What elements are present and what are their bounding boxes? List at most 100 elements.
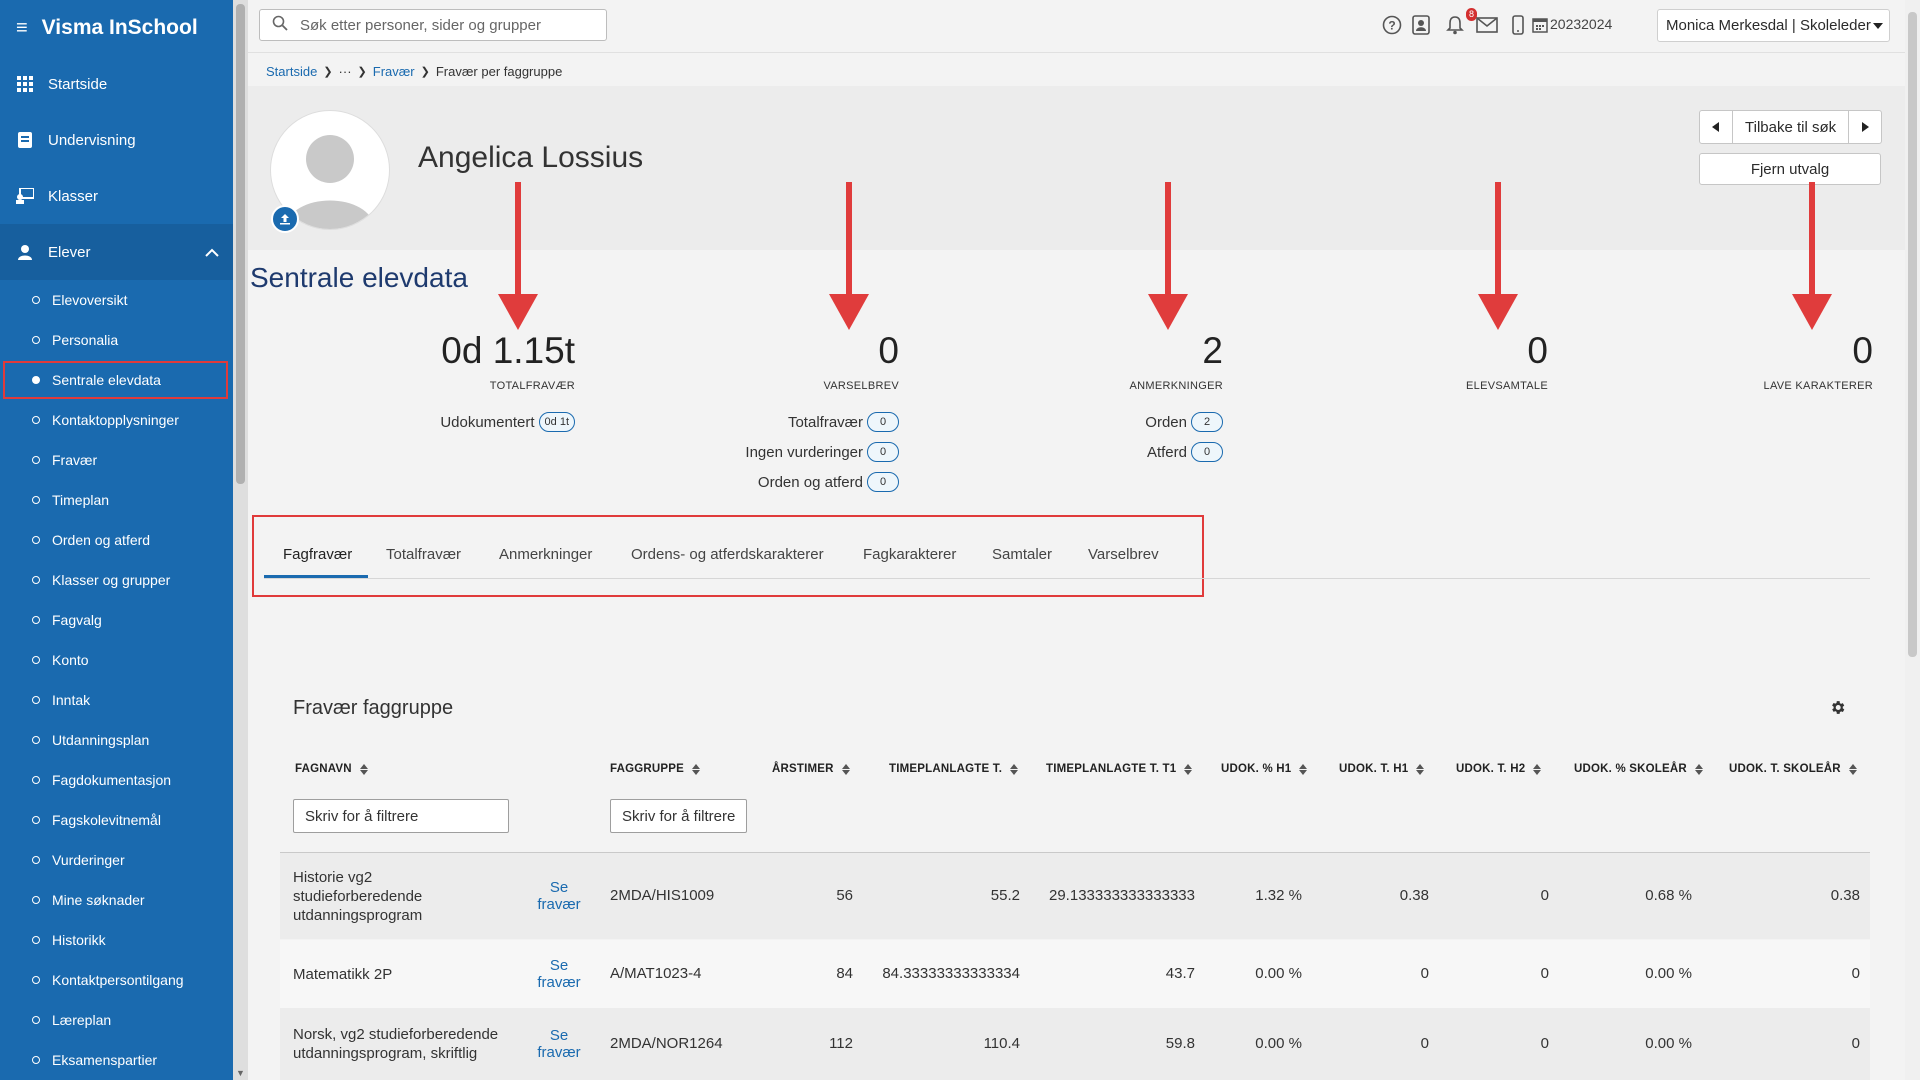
tab-fagfravaer[interactable]: Fagfravær	[283, 546, 352, 563]
faggruppe-filter-input[interactable]	[610, 799, 747, 833]
school-year[interactable]: 20232024	[1550, 16, 1612, 32]
breadcrumb-fravaer[interactable]: Fravær	[373, 64, 415, 79]
tab-anmerkninger[interactable]: Anmerkninger	[499, 546, 592, 563]
sidebar-subitem-utdanningsplan[interactable]: Utdanningsplan	[0, 720, 233, 760]
bell-icon[interactable]	[1444, 14, 1466, 36]
user-role-dropdown[interactable]: Monica Merkesdal | Skoleleder	[1657, 9, 1890, 42]
mail-icon[interactable]	[1476, 14, 1498, 36]
calendar-icon[interactable]	[1529, 14, 1551, 36]
cell-udok-t-sy: 0	[1851, 1035, 1860, 1052]
sort-icon[interactable]	[1299, 763, 1308, 775]
sort-icon[interactable]	[1184, 763, 1193, 775]
sidebar-item-elever[interactable]: Elever	[0, 224, 233, 280]
sidebar-subitem-fagskolevitnemål[interactable]: Fagskolevitnemål	[0, 800, 233, 840]
sidebar-subitem-fagdokumentasjon[interactable]: Fagdokumentasjon	[0, 760, 233, 800]
sidebar-item-klasser[interactable]: Klasser	[0, 168, 233, 224]
stat-row: Atferd 0	[1147, 442, 1223, 462]
previous-button[interactable]	[1700, 111, 1732, 143]
sidebar-subitem-personalia[interactable]: Personalia	[0, 320, 233, 360]
back-to-search-button[interactable]: Tilbake til søk	[1732, 111, 1850, 143]
stat-row: Orden og atferd 0	[758, 472, 899, 492]
column-header[interactable]: FAGGRUPPE	[610, 763, 701, 775]
column-header[interactable]: UDOK. % H1	[1221, 763, 1308, 775]
sidebar-subitem-konto[interactable]: Konto	[0, 640, 233, 680]
cell-udok-pct-h1: 1.32 %	[1255, 887, 1302, 904]
sidebar-subitem-læreplan[interactable]: Læreplan	[0, 1000, 233, 1040]
book-icon	[16, 131, 34, 149]
sidebar-subitem-label: Sentrale elevdata	[52, 372, 161, 388]
app-brand[interactable]: ≡ Visma InSchool	[0, 0, 233, 56]
column-header[interactable]: TIMEPLANLAGTE T.	[889, 763, 1019, 775]
column-header[interactable]: ÅRSTIMER	[772, 763, 850, 775]
column-header[interactable]: UDOK. % SKOLEÅR	[1574, 763, 1703, 775]
see-absence-link[interactable]: Se fravær	[536, 1027, 582, 1061]
sidebar-subitem-fagvalg[interactable]: Fagvalg	[0, 600, 233, 640]
column-header[interactable]: UDOK. T. H1	[1339, 763, 1425, 775]
sidebar-subitem-vurderinger[interactable]: Vurderinger	[0, 840, 233, 880]
menu-icon[interactable]: ≡	[16, 17, 28, 40]
sort-icon[interactable]	[1533, 763, 1542, 775]
stat-elevsamtale[interactable]: 0 ELEVSAMTALE	[1466, 330, 1548, 392]
sidebar-subitem-inntak[interactable]: Inntak	[0, 680, 233, 720]
tab-fagkarakterer[interactable]: Fagkarakterer	[863, 546, 956, 563]
column-header-label: UDOK. T. SKOLEÅR	[1729, 763, 1841, 775]
tab-ordens-atferdskarakterer[interactable]: Ordens- og atferdskarakterer	[631, 546, 824, 563]
tab-totalfravaer[interactable]: Totalfravær	[386, 546, 461, 563]
column-header[interactable]: TIMEPLANLAGTE T. T1	[1046, 763, 1193, 775]
phone-icon[interactable]	[1507, 14, 1529, 36]
sidebar-item-undervisning[interactable]: Undervisning	[0, 112, 233, 168]
stat-totalfravaer[interactable]: 0d 1.15t TOTALFRAVÆR	[441, 330, 575, 392]
chevron-up-icon[interactable]	[205, 244, 219, 261]
sort-icon[interactable]	[359, 763, 368, 775]
sort-icon[interactable]	[1848, 763, 1857, 775]
sort-icon[interactable]	[1010, 763, 1019, 775]
help-icon[interactable]: ?	[1381, 14, 1403, 36]
sort-icon[interactable]	[1416, 763, 1425, 775]
breadcrumb-ellipsis[interactable]: ···	[339, 64, 352, 79]
see-absence-link[interactable]: Se fravær	[536, 879, 582, 913]
sidebar-item-startside[interactable]: Startside	[0, 56, 233, 112]
top-bar: ? 8 20232024 Monica Merkesdal | Skoleled…	[248, 0, 1905, 53]
gear-icon[interactable]	[1829, 699, 1846, 721]
sidebar-scrollbar[interactable]: ▼	[233, 0, 248, 1080]
column-header[interactable]: UDOK. T. SKOLEÅR	[1729, 763, 1857, 775]
stat-varselbrev[interactable]: 0 VARSELBREV	[823, 330, 899, 392]
stat-lave-karakterer[interactable]: 0 LAVE KARAKTERER	[1764, 330, 1873, 392]
sort-icon[interactable]	[692, 763, 701, 775]
bullet-icon	[32, 896, 40, 904]
tab-samtaler[interactable]: Samtaler	[992, 546, 1052, 563]
count-badge: 0d 1t	[538, 412, 575, 432]
stat-anmerkninger[interactable]: 2 ANMERKNINGER	[1130, 330, 1223, 392]
sidebar-subitem-orden-og-atferd[interactable]: Orden og atferd	[0, 520, 233, 560]
cell-arstimer: 84	[836, 965, 853, 982]
see-absence-link[interactable]: Se fravær	[536, 957, 582, 991]
sidebar-subitem-elevoversikt[interactable]: Elevoversikt	[0, 280, 233, 320]
sidebar-subitem-sentrale-elevdata[interactable]: Sentrale elevdata	[2, 360, 229, 400]
sidebar-subitem-mine-søknader[interactable]: Mine søknader	[0, 880, 233, 920]
sidebar-subitem-kontaktopplysninger[interactable]: Kontaktopplysninger	[0, 400, 233, 440]
sidebar-subitem-timeplan[interactable]: Timeplan	[0, 480, 233, 520]
next-button[interactable]	[1849, 111, 1881, 143]
sort-icon[interactable]	[1694, 763, 1703, 775]
sidebar-subitem-fravær[interactable]: Fravær	[0, 440, 233, 480]
chevron-right-icon: ❯	[357, 66, 367, 78]
search-input[interactable]	[298, 15, 582, 35]
bullet-icon	[32, 936, 40, 944]
clear-selection-button[interactable]: Fjern utvalg	[1699, 153, 1881, 185]
sidebar-subitem-eksamenspartier[interactable]: Eksamenspartier	[0, 1040, 233, 1080]
fagnavn-filter-input[interactable]	[293, 799, 509, 833]
sidebar-subitem-klasser-og-grupper[interactable]: Klasser og grupper	[0, 560, 233, 600]
sidebar-subitem-kontaktpersontilgang[interactable]: Kontaktpersontilgang	[0, 960, 233, 1000]
column-header[interactable]: UDOK. T. H2	[1456, 763, 1542, 775]
contact-card-icon[interactable]	[1410, 14, 1432, 36]
search-box[interactable]	[259, 9, 607, 41]
page-scrollbar[interactable]	[1905, 0, 1920, 1080]
bullet-icon	[32, 736, 40, 744]
sidebar-subitem-label: Læreplan	[52, 1012, 112, 1028]
tab-varselbrev[interactable]: Varselbrev	[1088, 546, 1159, 563]
sidebar-subitem-historikk[interactable]: Historikk	[0, 920, 233, 960]
breadcrumb-startside[interactable]: Startside	[266, 64, 317, 79]
sort-icon[interactable]	[841, 763, 850, 775]
column-header[interactable]: FAGNAVN	[295, 763, 368, 775]
upload-icon[interactable]	[271, 205, 299, 233]
